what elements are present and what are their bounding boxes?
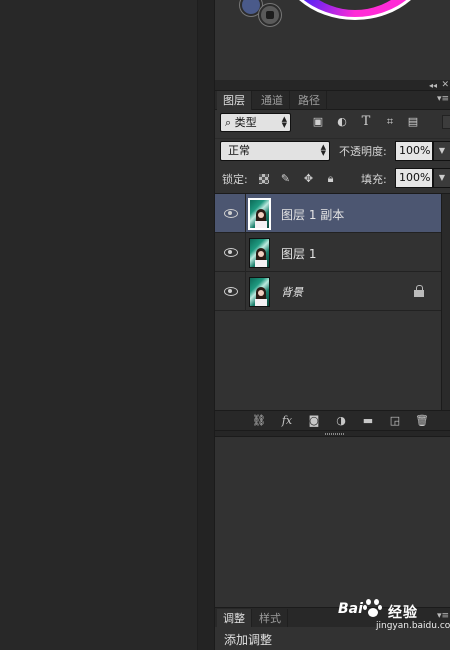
image-filter-icon[interactable]: ▣ xyxy=(311,115,325,129)
panel-empty-space xyxy=(215,437,450,607)
tab-adjustments[interactable]: 调整 xyxy=(217,609,252,628)
layer-row[interactable]: 图层 1 副本 xyxy=(215,194,441,233)
layer-thumbnail[interactable] xyxy=(249,199,270,229)
layer-list-scrollbar[interactable] xyxy=(441,194,450,410)
divider xyxy=(245,194,246,233)
link-layers-icon[interactable]: ⛓ xyxy=(251,413,267,429)
lock-position-icon[interactable]: ✥ xyxy=(302,172,315,185)
tab-layers[interactable]: 图层 xyxy=(217,91,252,110)
fill-dropdown-button[interactable]: ▼ xyxy=(433,168,450,188)
lock-image-pixels-icon[interactable]: ✎ xyxy=(279,172,292,185)
watermark-title: 经验 xyxy=(388,605,418,621)
eye-icon[interactable] xyxy=(224,207,238,218)
select-arrows-icon: ▲ ▼ xyxy=(320,143,326,157)
watermark-url: jingyan.baidu.com xyxy=(376,621,450,631)
tab-styles[interactable]: 样式 xyxy=(253,609,288,628)
opacity-input[interactable]: 100% xyxy=(395,141,433,161)
lock-row: 锁定: ✎ ✥ 🔒︎ 填充: 100% ▼ xyxy=(215,164,450,194)
adjustments-heading: 添加调整 xyxy=(224,633,273,647)
document-canvas-area xyxy=(0,0,197,650)
search-icon: ⌕ xyxy=(225,116,235,129)
panel-resize-grip[interactable] xyxy=(215,430,450,437)
paw-logo-icon xyxy=(363,599,383,619)
layer-row[interactable]: 图层 1 xyxy=(215,233,441,272)
new-layer-icon[interactable]: ◲ xyxy=(387,413,403,429)
layers-panel-tabs: 图层 通道 路径 ▾≡ xyxy=(215,91,450,110)
type-filter-icon[interactable]: T xyxy=(359,115,373,129)
tab-channels[interactable]: 通道 xyxy=(255,91,290,110)
shape-filter-icon[interactable]: ⌗ xyxy=(383,115,397,129)
opacity-dropdown-button[interactable]: ▼ xyxy=(433,141,450,161)
collapse-panel-icon[interactable]: ◂◂ xyxy=(429,80,437,91)
close-icon[interactable]: ✕ xyxy=(441,80,449,91)
lock-icon xyxy=(414,285,424,297)
layer-list: 图层 1 副本 图层 1 背景 xyxy=(215,194,441,410)
adjustment-filter-icon[interactable]: ◐ xyxy=(335,115,349,129)
lock-all-icon[interactable]: 🔒︎ xyxy=(324,172,337,185)
fill-input[interactable]: 100% xyxy=(395,168,433,188)
layer-thumbnail[interactable] xyxy=(249,238,270,268)
layer-filter-row: ⌕ 类型 ▲ ▼ ▣ ◐ T ⌗ ▤ xyxy=(215,110,450,138)
new-group-folder-icon[interactable]: ▬ xyxy=(360,413,376,429)
new-adjustment-layer-icon[interactable]: ◑ xyxy=(333,413,349,429)
add-mask-icon[interactable]: ◙ xyxy=(306,413,322,429)
layer-name[interactable]: 图层 1 xyxy=(281,245,316,262)
trash-icon[interactable]: 🗑︎ xyxy=(414,413,430,429)
filter-type-label: 类型 xyxy=(234,116,257,129)
panel-gutter xyxy=(197,0,214,650)
layer-name[interactable]: 图层 1 副本 xyxy=(281,206,344,223)
watermark: Bai 经验 jingyan.baidu.com xyxy=(338,597,450,637)
tab-paths[interactable]: 路径 xyxy=(292,91,327,110)
eye-icon[interactable] xyxy=(224,285,238,296)
lock-transparent-pixels-icon[interactable] xyxy=(259,174,269,184)
watermark-brand: Bai xyxy=(338,601,363,617)
smart-object-filter-icon[interactable]: ▤ xyxy=(406,115,420,129)
eye-icon[interactable] xyxy=(224,246,238,257)
fx-icon[interactable]: fx xyxy=(279,413,295,429)
filter-toggle-switch[interactable] xyxy=(442,115,450,129)
panel-header-bar: ◂◂ ✕ xyxy=(215,80,450,91)
fill-label: 填充: xyxy=(361,173,387,186)
layers-bottom-toolbar: ⛓ fx ◙ ◑ ▬ ◲ 🗑︎ xyxy=(215,410,450,430)
layer-name[interactable]: 背景 xyxy=(281,284,303,300)
select-arrows-icon: ▲ ▼ xyxy=(281,115,287,129)
panel-menu-icon[interactable]: ▾≡ xyxy=(437,94,449,104)
blend-mode-select[interactable]: 正常 ▲ ▼ xyxy=(220,141,330,161)
layer-thumbnail[interactable] xyxy=(249,277,270,307)
opacity-label: 不透明度: xyxy=(339,145,387,158)
lock-label: 锁定: xyxy=(222,173,248,186)
divider xyxy=(245,272,246,311)
stop-knob[interactable] xyxy=(259,4,281,26)
panel-dock: ◂◂ ✕ 图层 通道 路径 ▾≡ ⌕ 类型 ▲ ▼ ▣ ◐ T ⌗ ▤ 正常 ▲ ▼… xyxy=(214,0,450,650)
blend-row: 正常 ▲ ▼ 不透明度: 100% ▼ xyxy=(215,138,450,164)
blend-mode-value: 正常 xyxy=(228,144,250,157)
color-wheel-preview xyxy=(215,0,450,80)
filter-type-select[interactable]: ⌕ 类型 ▲ ▼ xyxy=(220,113,291,132)
layer-row[interactable]: 背景 xyxy=(215,272,441,311)
divider xyxy=(245,233,246,272)
